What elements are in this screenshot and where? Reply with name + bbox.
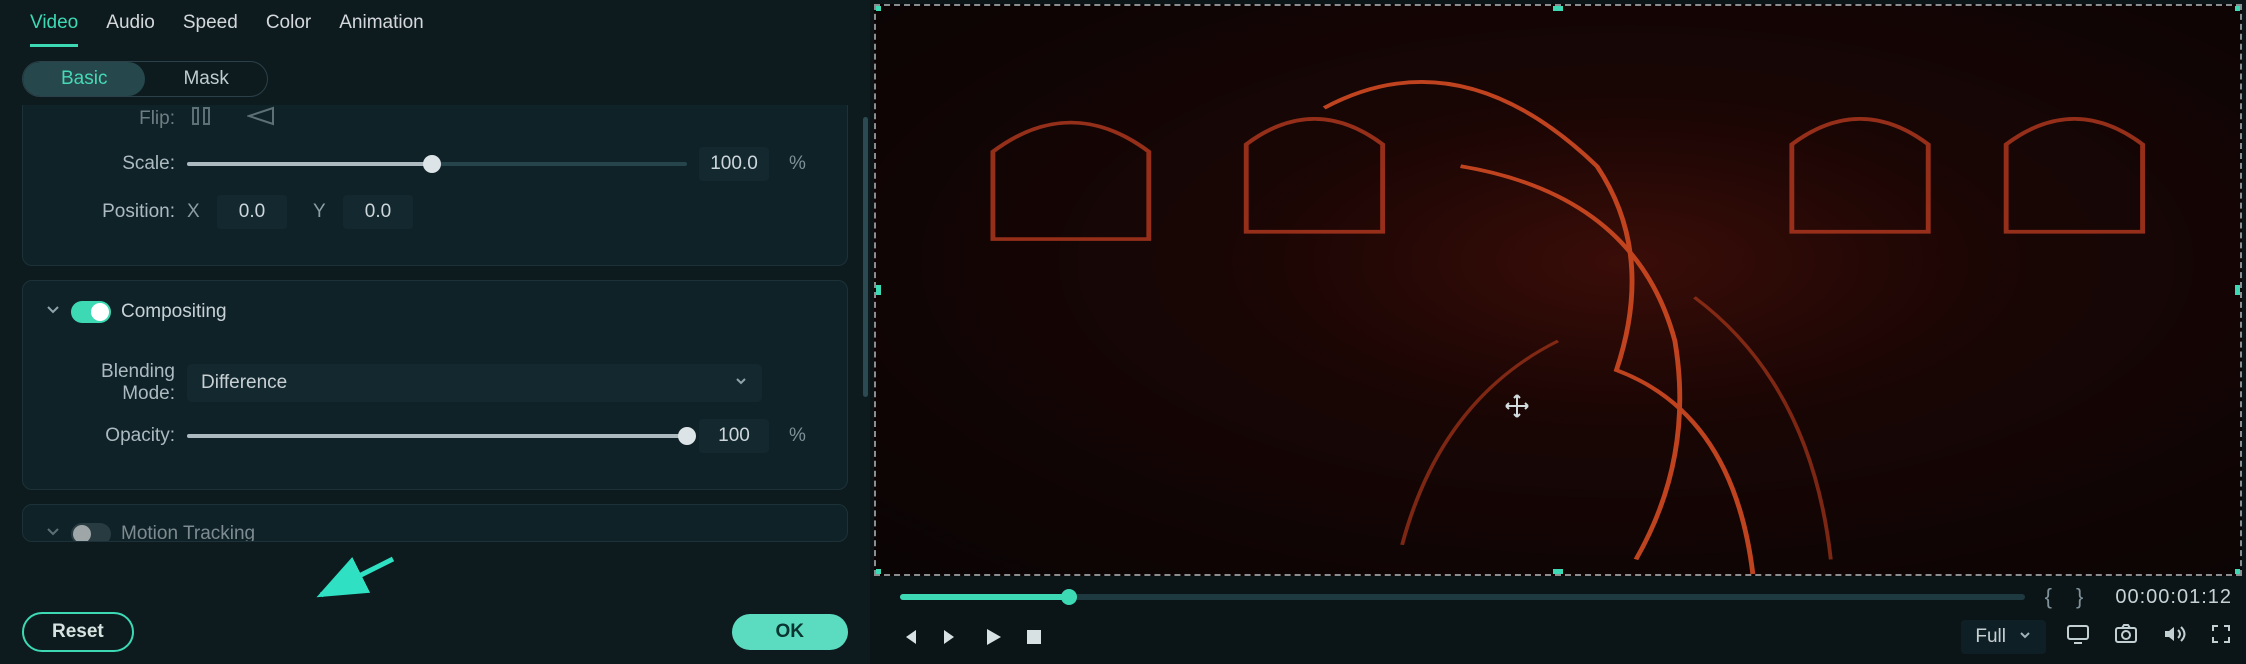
opacity-value[interactable]: 100 — [699, 419, 769, 453]
flip-row: Flip: — [45, 105, 825, 133]
scale-unit: % — [789, 153, 806, 175]
ok-button[interactable]: OK — [732, 614, 849, 650]
chevron-down-icon[interactable] — [45, 523, 61, 542]
opacity-unit: % — [789, 425, 806, 447]
flip-vertical-icon[interactable] — [247, 105, 275, 133]
mark-in-button[interactable]: { — [2041, 584, 2056, 610]
left-panel: Video Audio Speed Color Animation Basic … — [0, 0, 870, 664]
opacity-slider[interactable] — [187, 434, 687, 438]
pos-y-value[interactable]: 0.0 — [343, 195, 413, 229]
panel-scroll[interactable]: Flip: Scale: 100.0 % Position: X — [0, 105, 870, 602]
reset-button[interactable]: Reset — [22, 612, 134, 652]
blend-mode-select[interactable]: Difference — [187, 364, 762, 402]
sub-tab-group: Basic Mask — [22, 61, 268, 97]
timecode: 00:00:01:12 — [2103, 586, 2232, 609]
sub-tabs: Basic Mask — [0, 47, 870, 105]
position-row: Position: X 0.0 Y 0.0 — [45, 195, 825, 229]
position-label: Position: — [45, 201, 175, 223]
chevron-down-icon[interactable] — [45, 301, 61, 323]
timeline-slider[interactable] — [900, 594, 2025, 600]
flip-horizontal-icon[interactable] — [187, 105, 215, 133]
next-frame-button[interactable] — [940, 626, 962, 648]
scale-row: Scale: 100.0 % — [45, 147, 825, 181]
blend-row: Blending Mode: Difference — [45, 361, 825, 405]
tab-video[interactable]: Video — [30, 12, 78, 47]
pos-x-label: X — [187, 201, 205, 223]
opacity-label: Opacity: — [45, 425, 175, 447]
pos-y-label: Y — [313, 201, 331, 223]
tab-animation[interactable]: Animation — [339, 12, 424, 47]
pos-x-value[interactable]: 0.0 — [217, 195, 287, 229]
fullscreen-icon[interactable] — [2210, 623, 2232, 651]
opacity-row: Opacity: 100 % — [45, 419, 825, 453]
play-button[interactable] — [982, 626, 1004, 648]
snapshot-icon[interactable] — [2114, 623, 2138, 651]
zoom-select[interactable]: Full — [1961, 620, 2046, 654]
display-icon[interactable] — [2066, 623, 2090, 651]
zoom-value: Full — [1975, 626, 2006, 648]
motion-tracking-section: Motion Tracking — [22, 504, 848, 542]
scrollbar[interactable] — [863, 117, 868, 397]
blend-label: Blending Mode: — [45, 361, 175, 405]
compositing-title: Compositing — [121, 301, 227, 323]
compositing-section: Compositing Blending Mode: Difference Op… — [22, 280, 848, 490]
motion-tracking-toggle[interactable] — [71, 523, 111, 542]
sub-tab-mask[interactable]: Mask — [145, 62, 266, 96]
motion-tracking-title: Motion Tracking — [121, 523, 255, 542]
timeline-bar: { } 00:00:01:12 — [870, 576, 2246, 614]
scale-label: Scale: — [45, 153, 175, 175]
tab-audio[interactable]: Audio — [106, 12, 155, 47]
right-panel: { } 00:00:01:12 Full — [870, 0, 2246, 664]
chevron-down-icon — [734, 372, 748, 394]
tab-color[interactable]: Color — [266, 12, 311, 47]
move-icon[interactable] — [1503, 392, 1531, 426]
sub-tab-basic[interactable]: Basic — [23, 62, 145, 96]
playback-controls: Full — [870, 614, 2246, 664]
main-tabs: Video Audio Speed Color Animation — [0, 0, 870, 47]
annotation-arrow — [313, 555, 403, 602]
scale-slider[interactable] — [187, 162, 687, 166]
compositing-header: Compositing — [45, 295, 825, 331]
volume-icon[interactable] — [2162, 623, 2186, 651]
scale-value[interactable]: 100.0 — [699, 147, 769, 181]
bottom-bar: Reset OK — [0, 602, 870, 664]
compositing-toggle[interactable] — [71, 301, 111, 323]
flip-label: Flip: — [45, 108, 175, 130]
preview-tools — [2066, 623, 2232, 651]
preview-artwork — [876, 6, 2240, 574]
stop-button[interactable] — [1024, 627, 1044, 647]
mark-out-button[interactable]: } — [2072, 584, 2087, 610]
tab-speed[interactable]: Speed — [183, 12, 238, 47]
chevron-down-icon — [2018, 626, 2032, 648]
blend-mode-value: Difference — [201, 372, 287, 394]
preview-canvas[interactable] — [874, 4, 2242, 576]
transform-section: Flip: Scale: 100.0 % Position: X — [22, 105, 848, 266]
prev-frame-button[interactable] — [898, 626, 920, 648]
